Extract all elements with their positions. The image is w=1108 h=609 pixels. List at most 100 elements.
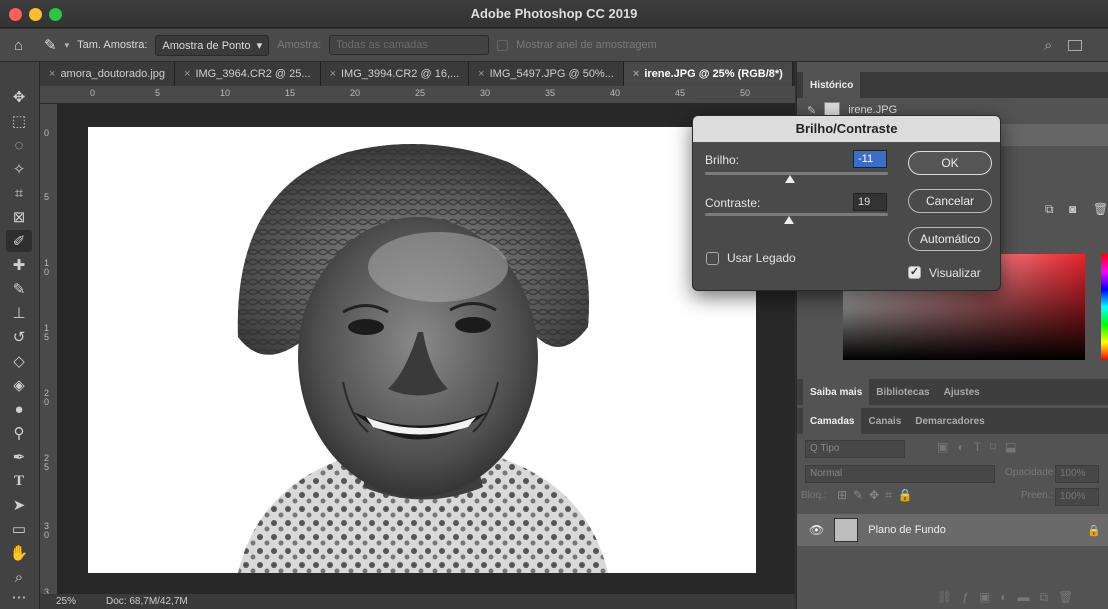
camera-icon[interactable]: ◙ [1069, 202, 1076, 216]
ruler-mark: 0 [44, 128, 50, 138]
fill-input[interactable]: 100% [1055, 488, 1099, 506]
contrast-slider-track[interactable] [705, 213, 888, 216]
tab-adjustments[interactable]: Ajustes [937, 379, 987, 405]
tab-document[interactable]: × amora_doutorado.jpg [40, 62, 176, 86]
close-icon[interactable]: × [633, 68, 639, 80]
ruler-mark: 30 [480, 88, 491, 98]
clone-stamp-tool-icon[interactable]: ⊥ [6, 302, 32, 324]
zoom-level[interactable]: 25% [56, 596, 76, 607]
tab-channels[interactable]: Canais [861, 408, 908, 434]
zoom-window-button[interactable] [49, 8, 62, 21]
ruler-mark: 5 [155, 88, 161, 98]
tab-document[interactable]: × IMG_5497.JPG @ 50%... [469, 62, 624, 86]
trash-icon[interactable]: 🗑 [1093, 202, 1108, 216]
pen-tool-icon[interactable]: ✒ [6, 446, 32, 468]
ruler-mark: 2 0 [44, 388, 50, 407]
close-icon[interactable]: × [478, 68, 484, 80]
preview-checkbox[interactable]: ✓ [908, 266, 921, 279]
layer-thumbnail [834, 518, 859, 542]
ruler-mark: 40 [610, 88, 621, 98]
brush-tool-icon[interactable]: ✎ [6, 278, 32, 300]
tab-history[interactable]: Histórico [803, 72, 861, 98]
ruler-mark: 25 [415, 88, 426, 98]
type-tool-icon[interactable]: T [6, 470, 32, 492]
visibility-eye-icon[interactable]: 👁 [809, 523, 824, 537]
opacity-input[interactable]: 100% [1055, 465, 1099, 483]
history-brush-tool-icon[interactable]: ↺ [6, 326, 32, 348]
fill-label: Preen.: [1021, 490, 1054, 501]
ring-label: Mostrar anel de amostragem [516, 39, 657, 51]
eyedropper-tool-icon[interactable]: ✎ [44, 36, 57, 54]
cancel-button[interactable]: Cancelar [908, 189, 992, 213]
eraser-tool-icon[interactable]: ◇ [6, 350, 32, 372]
lasso-tool-icon[interactable]: ◌ [6, 134, 32, 156]
ruler-mark: 1 5 [44, 323, 50, 342]
crop-tool-icon[interactable]: ⌗ [6, 182, 32, 204]
layer-row[interactable]: 👁 Plano de Fundo 🔒 [797, 514, 1108, 546]
marquee-tool-icon[interactable]: ⬚ [6, 110, 32, 132]
frame-tool-icon[interactable]: ⊠ [6, 206, 32, 228]
contrast-input[interactable]: 19 [853, 193, 887, 211]
workspace-icon[interactable] [1068, 39, 1082, 51]
opacity-label: Opacidade: [1005, 467, 1057, 478]
tab-document[interactable]: × IMG_3964.CR2 @ 25... [175, 62, 321, 86]
ruler-mark: 35 [545, 88, 556, 98]
eyedropper-tool-icon[interactable]: ✐ [6, 230, 32, 252]
move-tool-icon[interactable]: ✥ [6, 86, 32, 108]
layers-panel-tabs: Camadas Canais Demarcadores [797, 408, 1108, 434]
document-image[interactable] [88, 127, 756, 573]
layer-name[interactable]: Plano de Fundo [868, 524, 946, 536]
sample-select[interactable]: Todas as camadas [329, 35, 490, 55]
tab-layers[interactable]: Camadas [803, 408, 862, 434]
brightness-contrast-dialog: Brilho/Contraste Brilho: -11 Contraste: … [692, 115, 1001, 291]
tab-document-active[interactable]: × irene.JPG @ 25% (RGB/8*) [623, 62, 793, 86]
lock-icon: 🔒 [1087, 524, 1101, 537]
chevron-down-icon[interactable]: ▾ [65, 40, 70, 51]
paint-bucket-tool-icon[interactable]: ◈ [6, 374, 32, 396]
tab-libraries[interactable]: Bibliotecas [869, 379, 936, 405]
more-tools-icon[interactable]: ⋯ [6, 586, 32, 608]
brightness-slider-track[interactable] [705, 172, 888, 175]
hue-slider[interactable] [1101, 254, 1108, 360]
blend-mode-select[interactable]: Normal [805, 465, 995, 483]
auto-button[interactable]: Automático [908, 227, 992, 251]
tab-learn[interactable]: Saiba mais [803, 379, 870, 405]
search-icon[interactable]: ⌕ [1044, 37, 1052, 54]
ruler-mark: 15 [285, 88, 296, 98]
zoom-tool-icon[interactable]: ⌕ [6, 566, 32, 588]
portrait-image [237, 144, 608, 573]
window-title: Adobe Photoshop CC 2019 [470, 6, 638, 21]
layer-filter-select[interactable]: Q Tipo [805, 440, 905, 458]
blur-tool-icon[interactable]: ● [6, 398, 32, 420]
close-icon[interactable]: × [49, 68, 55, 80]
path-selection-tool-icon[interactable]: ➤ [6, 494, 32, 516]
close-window-button[interactable] [9, 8, 22, 21]
tab-paths[interactable]: Demarcadores [908, 408, 991, 434]
close-icon[interactable]: × [184, 68, 190, 80]
legacy-label: Usar Legado [727, 251, 796, 265]
lock-icons[interactable]: ⊞✎✥⌗🔒 [837, 488, 919, 503]
hand-tool-icon[interactable]: ✋ [6, 542, 32, 564]
healing-brush-tool-icon[interactable]: ✚ [6, 254, 32, 276]
ring-checkbox[interactable] [497, 39, 509, 51]
legacy-checkbox[interactable] [706, 252, 719, 265]
home-icon[interactable]: ⌂ [14, 37, 36, 54]
contrast-slider-thumb[interactable] [784, 216, 795, 224]
new-snapshot-icon[interactable]: ⧉ [1045, 202, 1054, 217]
minimize-window-button[interactable] [29, 8, 42, 21]
brightness-input[interactable]: -11 [853, 150, 887, 168]
dodge-tool-icon[interactable]: ⚲ [6, 422, 32, 444]
vertical-ruler: 0 5 1 0 1 5 2 0 2 5 3 0 3 [40, 104, 58, 597]
history-panel-tabs: Histórico [797, 72, 1108, 98]
brightness-slider-thumb[interactable] [784, 175, 795, 183]
ruler-mark: 3 0 [44, 521, 50, 540]
layer-actions-icons[interactable]: ⛓ƒ▣◐▬⧉🗑 [937, 590, 1083, 605]
ok-button[interactable]: OK [908, 151, 992, 175]
rectangle-tool-icon[interactable]: ▭ [6, 518, 32, 540]
ruler-mark: 2 5 [44, 453, 50, 472]
layer-filter-icons[interactable]: ▣◐T⌑⬓ [937, 440, 1025, 454]
tab-document[interactable]: × IMG_3994.CR2 @ 16,... [320, 62, 470, 86]
magic-wand-tool-icon[interactable]: ✧ [6, 158, 32, 180]
sample-size-select[interactable]: Amostra de Ponto ▾ [155, 34, 270, 56]
close-icon[interactable]: × [330, 68, 336, 80]
